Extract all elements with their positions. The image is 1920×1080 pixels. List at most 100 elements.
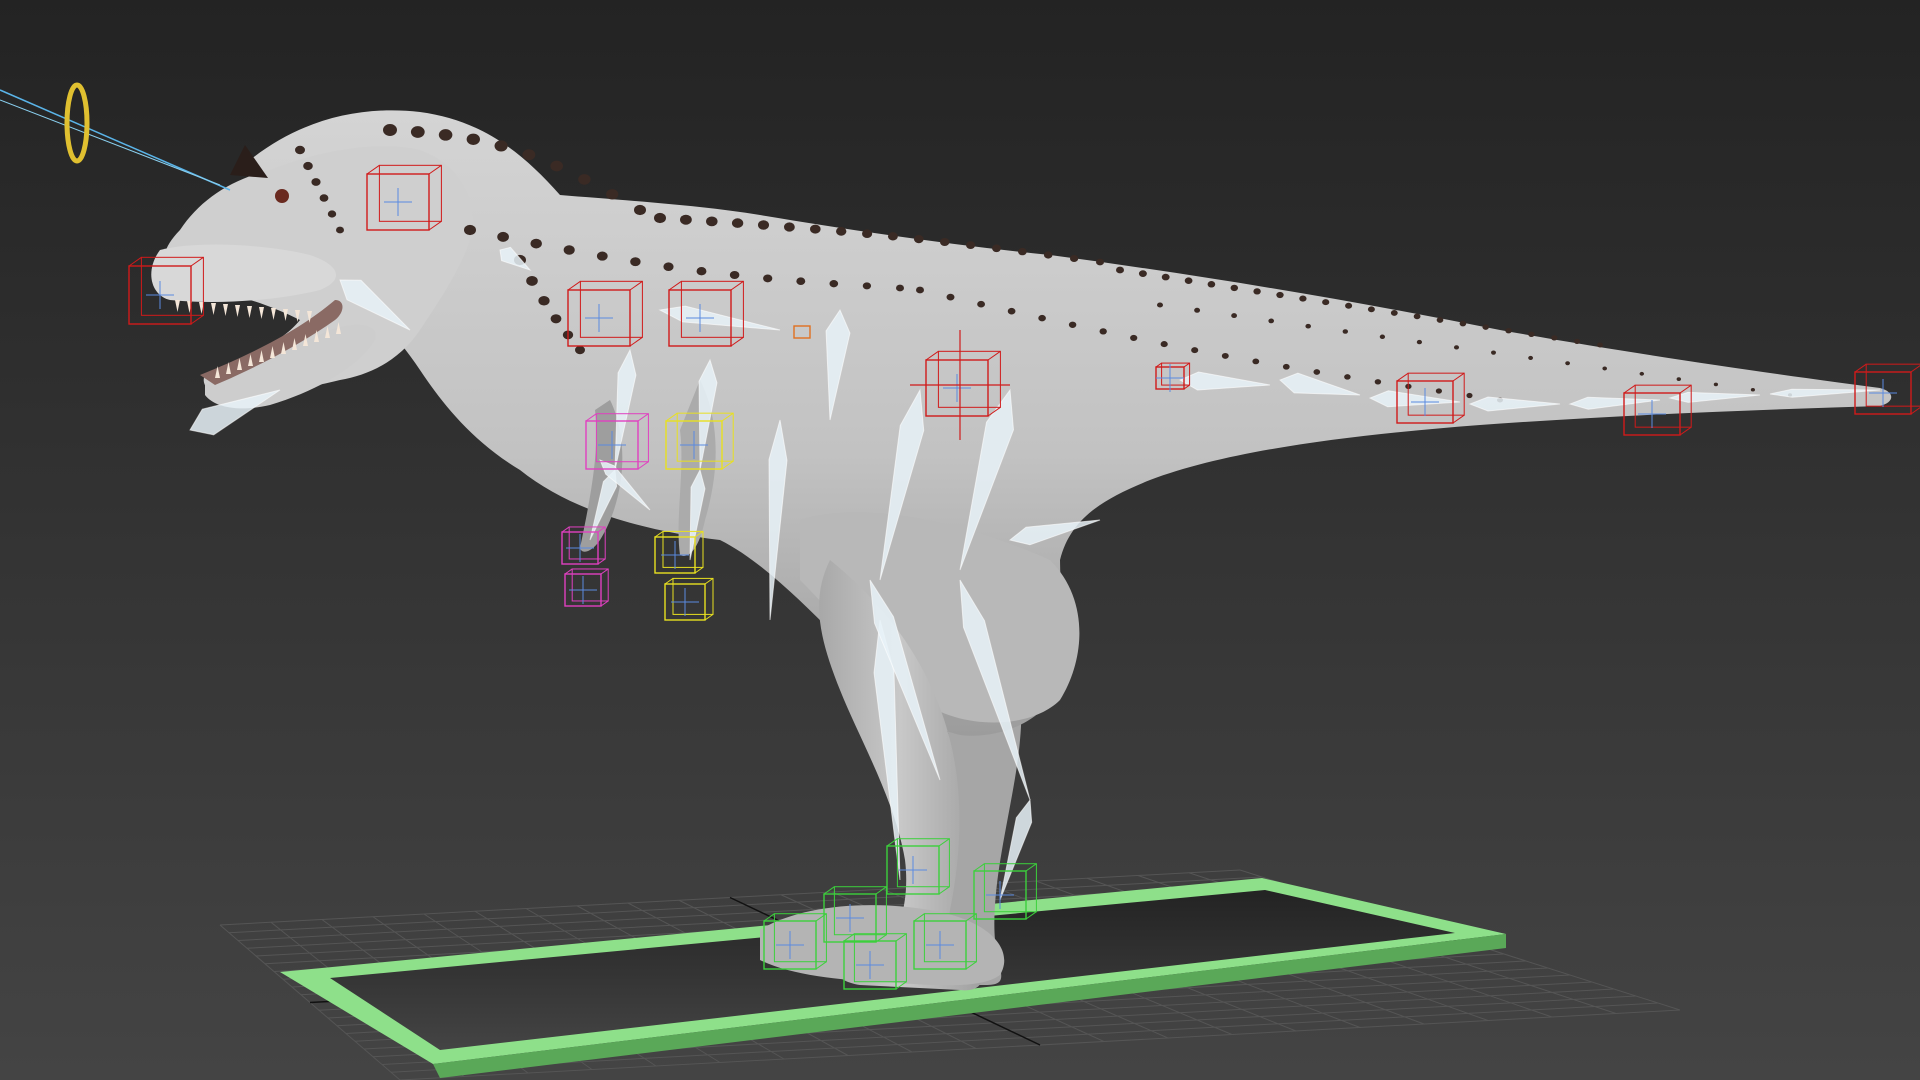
skin-spot xyxy=(977,300,985,308)
skin-spot xyxy=(731,218,744,228)
skin-spot xyxy=(729,270,740,280)
skin-spot xyxy=(1299,295,1307,302)
skin-spot xyxy=(1184,277,1193,284)
skin-spot xyxy=(1528,355,1534,360)
skin-spot xyxy=(575,345,585,355)
skin-spot xyxy=(606,189,619,200)
skin-spot xyxy=(706,216,718,227)
skin-spot xyxy=(1639,371,1645,376)
skin-spot xyxy=(1194,307,1201,313)
skin-spot xyxy=(757,220,770,230)
skin-spot xyxy=(319,194,329,202)
skin-spot xyxy=(1191,347,1199,354)
skin-spot xyxy=(1069,255,1079,262)
skin-spot xyxy=(1043,251,1053,259)
skin-spot xyxy=(1676,377,1681,381)
skin-spot xyxy=(1038,314,1046,322)
skin-spot xyxy=(1130,334,1138,341)
eye xyxy=(275,189,289,203)
skin-spot xyxy=(1453,345,1460,350)
skin-spot xyxy=(1231,313,1237,319)
skin-spot xyxy=(1551,335,1558,341)
skin-spot xyxy=(1268,318,1275,324)
skin-spot xyxy=(946,293,955,301)
skin-spot xyxy=(1230,284,1239,292)
skin-spot xyxy=(1367,306,1375,313)
3d-viewport[interactable] xyxy=(0,0,1920,1080)
skin-spot xyxy=(522,149,536,161)
skin-spot xyxy=(497,231,509,242)
skin-spot xyxy=(1344,374,1351,380)
skin-spot xyxy=(530,238,542,249)
skin-spot xyxy=(654,212,666,224)
skin-spot xyxy=(327,210,337,218)
skin-spot xyxy=(1565,361,1570,366)
skin-spot xyxy=(810,224,821,234)
skin-spot xyxy=(913,235,924,244)
skin-spot xyxy=(1482,324,1489,330)
skin-spot xyxy=(1207,281,1216,288)
skin-spot xyxy=(1282,363,1290,370)
skin-spot xyxy=(1253,288,1261,295)
skin-spot xyxy=(862,282,872,290)
skin-spot xyxy=(896,284,904,292)
skin-spot xyxy=(438,129,453,141)
skin-spot xyxy=(1018,247,1027,256)
skin-spot xyxy=(1597,342,1603,348)
skin-spot xyxy=(295,145,305,155)
skin-spot xyxy=(887,232,898,241)
skin-spot xyxy=(494,140,508,152)
skin-spot xyxy=(634,204,646,216)
skin-spot xyxy=(1096,258,1104,266)
skin-spot xyxy=(1505,327,1512,334)
skin-spot xyxy=(1099,328,1107,335)
skin-spot xyxy=(1161,273,1170,281)
skin-spot xyxy=(1528,331,1535,337)
skin-spot xyxy=(1276,291,1284,299)
skin-spot xyxy=(680,214,692,225)
skin-spot xyxy=(829,280,839,288)
skin-spot xyxy=(1379,334,1386,340)
skin-spot xyxy=(1374,379,1382,385)
skin-spot xyxy=(939,238,950,246)
skin-spot xyxy=(1313,369,1321,375)
skin-spot xyxy=(1491,350,1496,355)
skin-spot xyxy=(383,124,397,136)
skin-spot xyxy=(1345,302,1353,309)
skin-spot xyxy=(796,277,806,285)
skin-spot xyxy=(663,262,674,272)
skin-spot xyxy=(1435,388,1443,394)
skin-spot xyxy=(1007,307,1016,315)
skin-spot xyxy=(1138,270,1147,277)
skin-spot xyxy=(1413,313,1421,320)
skin-spot xyxy=(311,178,321,186)
skin-spot xyxy=(526,275,538,286)
skin-spot xyxy=(1305,323,1311,329)
skin-spot xyxy=(1416,339,1422,345)
skin-spot xyxy=(1322,299,1330,306)
skin-spot xyxy=(992,244,1001,253)
skin-spot xyxy=(303,161,313,171)
skin-spot xyxy=(763,274,773,283)
skin-spot xyxy=(1436,317,1444,323)
skin-spot xyxy=(1160,341,1168,348)
skin-spot xyxy=(1390,309,1398,316)
skin-spot xyxy=(596,251,608,261)
skin-spot xyxy=(1157,302,1163,308)
skin-spot xyxy=(1342,329,1349,334)
skin-spot xyxy=(1574,338,1581,344)
skin-spot xyxy=(1068,321,1077,328)
skin-spot xyxy=(550,314,562,324)
skin-spot xyxy=(1459,320,1467,327)
skin-spot xyxy=(1221,352,1229,359)
skin-spot xyxy=(696,267,707,276)
skin-spot xyxy=(1602,366,1607,371)
skin-spot xyxy=(336,226,344,234)
skin-spot xyxy=(464,224,476,236)
skin-spot xyxy=(836,226,847,236)
skin-spot xyxy=(466,133,480,145)
skin-spot xyxy=(916,286,924,294)
skin-spot xyxy=(538,296,550,306)
viewport-scene[interactable] xyxy=(0,0,1920,1080)
skin-spot xyxy=(410,126,425,138)
